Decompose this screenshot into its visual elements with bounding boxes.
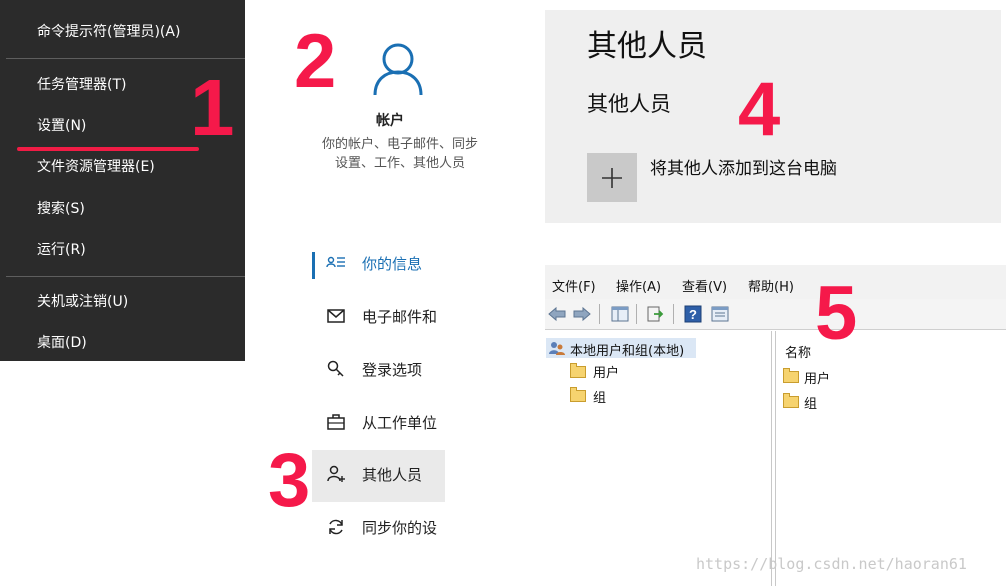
back-icon[interactable] [547, 304, 567, 324]
sync-icon [329, 519, 343, 535]
add-person-label[interactable]: 将其他人添加到这台电脑 [650, 154, 837, 179]
menu-item-cmd-admin[interactable]: 命令提示符(管理员)(A) [37, 22, 180, 42]
nav-item-label: 你的信息 [362, 255, 423, 273]
nav-item-label: 同步你的设 [362, 519, 438, 537]
nav-item-other-people[interactable]: 其他人员 [312, 450, 445, 502]
page-title: 其他人员 [587, 29, 707, 64]
account-title[interactable]: 帐户 [340, 110, 440, 130]
settings-highlight-underline [17, 147, 199, 151]
menu-separator [6, 58, 245, 59]
toolbar-separator [673, 304, 674, 324]
plus-icon [602, 168, 622, 188]
nav-item-label: 电子邮件和 [362, 308, 438, 326]
folder-icon [570, 387, 586, 402]
toolbar-separator [599, 304, 600, 324]
watermark: https://blog.csdn.net/haoran61 [696, 555, 967, 573]
tree-item-users[interactable]: 用户 [593, 362, 619, 381]
list-item-users[interactable]: 用户 [804, 368, 830, 387]
winx-menu: 命令提示符(管理员)(A) 任务管理器(T) 设置(N) 文件资源管理器(E) … [0, 0, 245, 361]
nav-item-your-info[interactable]: 你的信息 [312, 239, 445, 291]
step-number-4: 4 [738, 67, 781, 152]
menu-item-settings[interactable]: 设置(N) [37, 116, 86, 136]
nav-item-sign-in[interactable]: 登录选项 [312, 345, 445, 397]
account-description-line1: 你的帐户、电子邮件、同步 [321, 137, 478, 152]
show-tree-icon[interactable] [610, 304, 630, 324]
menu-item-task-manager[interactable]: 任务管理器(T) [37, 75, 126, 95]
nav-item-sync[interactable]: 同步你的设 [312, 503, 445, 555]
forward-icon[interactable] [572, 304, 592, 324]
menu-item-desktop[interactable]: 桌面(D) [37, 333, 87, 353]
menu-item-run[interactable]: 运行(R) [37, 240, 86, 260]
key-icon [327, 360, 344, 377]
toolbar-separator [636, 304, 637, 324]
column-header-name[interactable]: 名称 [785, 342, 811, 361]
section-heading: 其他人员 [587, 92, 671, 116]
nav-item-email[interactable]: 电子邮件和 [312, 292, 445, 344]
folder-icon [570, 363, 586, 378]
help-icon[interactable]: ? [683, 304, 703, 324]
briefcase-icon [327, 414, 345, 430]
export-icon[interactable] [645, 304, 665, 324]
nav-item-work-access[interactable]: 从工作单位 [312, 398, 445, 450]
person-icon[interactable] [372, 40, 424, 96]
properties-icon[interactable] [710, 304, 730, 324]
step-number-3: 3 [268, 438, 311, 523]
account-description-line2: 设置、工作、其他人员 [334, 156, 465, 171]
svg-text:?: ? [689, 307, 697, 322]
list-item-groups[interactable]: 组 [804, 393, 817, 412]
add-person-icon [327, 465, 345, 482]
folder-icon [783, 368, 799, 383]
step-number-2: 2 [294, 19, 337, 104]
menu-view[interactable]: 查看(V) [682, 276, 727, 295]
menu-file[interactable]: 文件(F) [552, 276, 596, 295]
menu-separator [6, 276, 245, 277]
users-group-icon [549, 342, 565, 355]
mail-icon [327, 309, 345, 323]
menu-item-file-explorer[interactable]: 文件资源管理器(E) [37, 157, 155, 177]
menu-action[interactable]: 操作(A) [616, 276, 661, 295]
nav-item-label: 登录选项 [362, 361, 423, 379]
step-number-5: 5 [815, 271, 858, 356]
nav-item-label: 从工作单位 [362, 414, 438, 432]
menu-item-search[interactable]: 搜索(S) [37, 199, 85, 219]
contact-card-icon [326, 256, 345, 268]
menu-help[interactable]: 帮助(H) [748, 276, 794, 295]
folder-icon [783, 393, 799, 408]
tree-item-groups[interactable]: 组 [593, 387, 606, 406]
menu-item-shutdown[interactable]: 关机或注销(U) [37, 292, 128, 312]
tree-root[interactable]: 本地用户和组(本地) [570, 340, 684, 359]
add-person-button[interactable] [587, 153, 637, 202]
nav-item-label: 其他人员 [362, 466, 423, 484]
step-number-1: 1 [190, 63, 235, 152]
